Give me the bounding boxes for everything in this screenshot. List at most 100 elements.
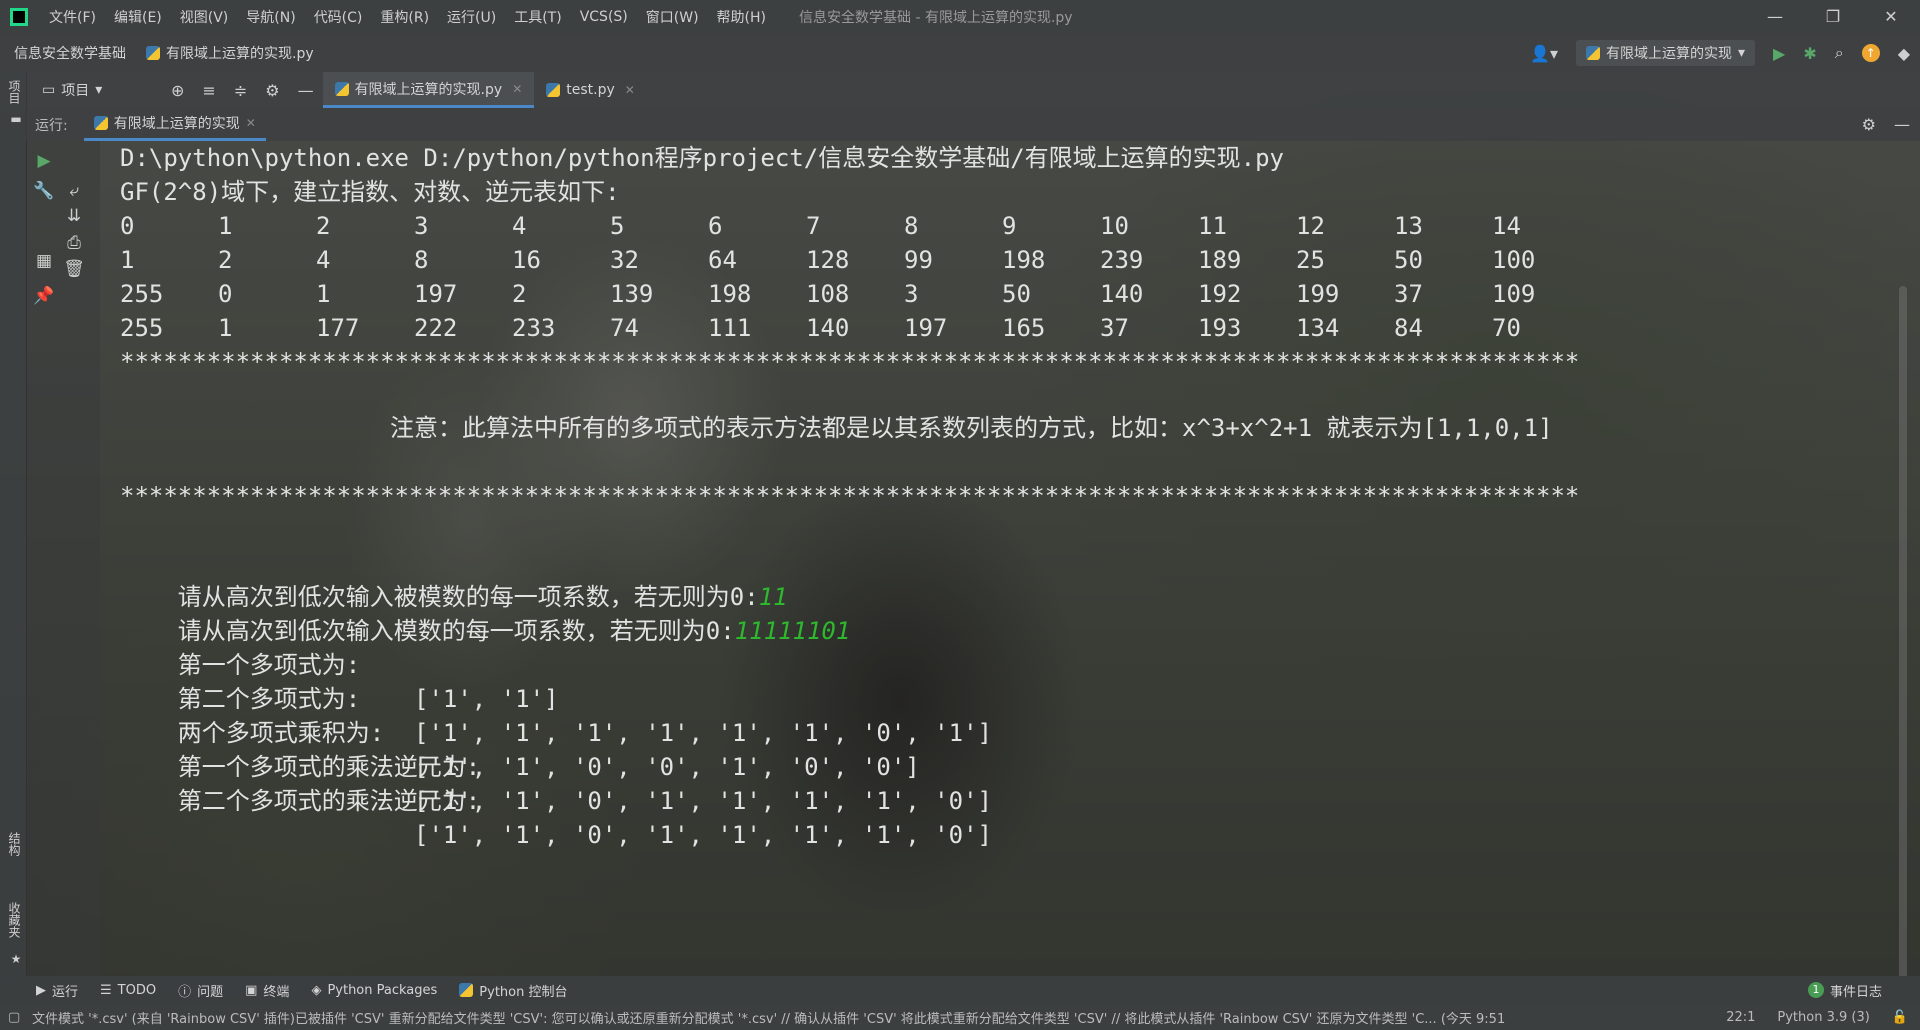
user-icon[interactable]: 👤▾ <box>1530 44 1558 63</box>
rerun-icon[interactable]: ▶ <box>32 151 56 171</box>
print-icon[interactable]: ⎙ <box>62 233 86 253</box>
project-tool-tab[interactable]: 项目 <box>3 80 23 104</box>
table-cell: 165 <box>1002 314 1046 342</box>
menu-help[interactable]: 帮助(H) <box>708 7 775 27</box>
tab-python-console[interactable]: Python 控制台 <box>459 981 568 1000</box>
tab-label: TODO <box>117 982 157 998</box>
tab-finite-field-file[interactable]: 有限域上运算的实现.py ✕ <box>322 72 535 108</box>
table-cell: 25 <box>1296 246 1325 274</box>
console-heading: GF(2^8)域下，建立指数、对数、逆元表如下: <box>120 178 620 206</box>
tool-window-bar: ▶ 运行 ☰ TODO ⓘ 问题 ▣ 终端 ◈ Python Packages … <box>0 976 1920 1004</box>
project-view-label: 项目 <box>61 83 90 99</box>
table-cell: 192 <box>1198 280 1242 308</box>
hide-icon[interactable]: — <box>1894 115 1910 134</box>
console-output[interactable]: D:\python\python.exe D:/python/python程序p… <box>120 141 1910 976</box>
table-cell: 198 <box>708 280 752 308</box>
table-cell: 0 <box>120 212 135 240</box>
folder-icon[interactable]: ▬ <box>3 112 23 126</box>
hide-icon[interactable]: — <box>298 81 314 100</box>
close-tab-icon[interactable]: ✕ <box>246 116 256 130</box>
lock-icon[interactable]: 🔓 <box>1892 1010 1908 1025</box>
tab-label: Python Packages <box>327 982 438 998</box>
soft-wrap-icon[interactable]: ⤶ <box>62 181 86 201</box>
python-file-icon <box>146 46 160 60</box>
table-cell: 37 <box>1100 314 1129 342</box>
menu-edit[interactable]: 编辑(E) <box>105 7 171 27</box>
status-bar: ▢ 文件模式 '*.csv' (来自 'Rainbow CSV' 插件)已被插件… <box>0 1004 1920 1030</box>
run-icon[interactable]: ▶ <box>1773 44 1785 63</box>
menu-bar: 文件(F) 编辑(E) 视图(V) 导航(N) 代码(C) 重构(R) 运行(U… <box>0 0 1920 34</box>
run-tool-header: 运行: 有限域上运算的实现 ✕ ⚙ — <box>26 108 1920 141</box>
menu-run[interactable]: 运行(U) <box>438 7 505 27</box>
table-cell: 10 <box>1100 212 1129 240</box>
breadcrumb-project[interactable]: 信息安全数学基础 <box>0 43 132 63</box>
menu-code[interactable]: 代码(C) <box>305 7 372 27</box>
table-cell: 1 <box>218 314 233 342</box>
run-config-selector[interactable]: 有限域上运算的实现 ▾ <box>1575 40 1755 66</box>
scroll-to-end-icon[interactable]: ⇊ <box>62 206 86 226</box>
table-cell: 0 <box>218 280 233 308</box>
close-tab-icon[interactable]: ✕ <box>512 82 522 96</box>
toolbox-icon[interactable]: ◆ <box>1898 44 1910 63</box>
event-log-button[interactable]: 1 事件日志 <box>1807 981 1882 1000</box>
menu-vcs[interactable]: VCS(S) <box>571 9 637 25</box>
tab-test-file[interactable]: test.py ✕ <box>534 72 647 108</box>
search-icon[interactable]: ⌕ <box>1835 43 1844 63</box>
trash-icon[interactable]: 🗑 <box>62 259 86 279</box>
tab-python-packages[interactable]: ◈ Python Packages <box>311 983 437 998</box>
menu-refactor[interactable]: 重构(R) <box>371 7 438 27</box>
chevron-down-icon: ▾ <box>1737 45 1745 61</box>
list-icon: ☰ <box>100 982 112 998</box>
status-message[interactable]: 文件模式 '*.csv' (来自 'Rainbow CSV' 插件)已被插件 '… <box>32 1008 1692 1027</box>
tab-problems[interactable]: ⓘ 问题 <box>178 981 223 1000</box>
table-cell: 50 <box>1394 246 1423 274</box>
layers-icon: ◈ <box>311 982 322 998</box>
interpreter-selector[interactable]: Python 3.9 (3) <box>1777 1010 1869 1025</box>
debug-icon[interactable]: ✱ <box>1803 44 1816 63</box>
locate-icon[interactable]: ⊕ <box>171 81 184 100</box>
table-cell: 9 <box>1002 212 1017 240</box>
navigation-bar: 信息安全数学基础 有限域上运算的实现.py 👤▾ 有限域上运算的实现 ▾ ▶ ✱… <box>0 34 1920 72</box>
layout-icon[interactable]: ▦ <box>32 251 56 271</box>
project-icon: ▭ <box>42 82 56 98</box>
table-cell: 193 <box>1198 314 1242 342</box>
star-icon[interactable]: ★ <box>3 952 23 966</box>
table-cell: 74 <box>610 314 639 342</box>
gear-icon[interactable]: ⚙ <box>1862 115 1876 134</box>
restore-button[interactable]: ❐ <box>1804 0 1862 34</box>
console-scrollbar[interactable] <box>1899 286 1907 976</box>
table-cell: 199 <box>1296 280 1340 308</box>
gear-icon[interactable]: ⚙ <box>265 81 279 100</box>
tab-run[interactable]: ▶ 运行 <box>36 981 78 1000</box>
run-tab[interactable]: 有限域上运算的实现 ✕ <box>83 108 266 141</box>
table-cell: 108 <box>806 280 850 308</box>
menu-view[interactable]: 视图(V) <box>171 7 238 27</box>
close-button[interactable]: ✕ <box>1862 0 1920 34</box>
close-tab-icon[interactable]: ✕ <box>625 83 635 97</box>
pin-icon[interactable]: 📌 <box>32 286 56 306</box>
table-cell: 255 <box>120 314 164 342</box>
expand-all-icon[interactable]: ≡ <box>202 81 215 100</box>
structure-tool-tab[interactable]: 结构 <box>3 832 23 856</box>
wrench-icon[interactable]: 🔧 <box>32 181 56 201</box>
breadcrumb-file[interactable]: 有限域上运算的实现.py <box>146 43 314 63</box>
favorites-tool-tab[interactable]: 收藏夹 <box>3 902 23 938</box>
tab-label: 终端 <box>263 984 290 1000</box>
modulus-prompt-line: 请从高次到低次输入模数的每一项系数，若无则为0:11111101 <box>120 580 851 645</box>
minimize-button[interactable]: — <box>1746 0 1804 34</box>
menu-file[interactable]: 文件(F) <box>40 7 105 27</box>
table-cell: 128 <box>806 246 850 274</box>
result-label: 第二个多项式的乘法逆元为: <box>177 787 481 815</box>
menu-tools[interactable]: 工具(T) <box>505 7 570 27</box>
menu-navigate[interactable]: 导航(N) <box>237 7 304 27</box>
collapse-all-icon[interactable]: ≑ <box>234 81 247 100</box>
menu-window[interactable]: 窗口(W) <box>637 7 708 27</box>
status-widgets: 22:1 Python 3.9 (3) 🔓 <box>1726 1010 1908 1025</box>
caret-position[interactable]: 22:1 <box>1726 1010 1755 1025</box>
tab-todo[interactable]: ☰ TODO <box>100 983 156 998</box>
window-toggle-icon[interactable]: ▢ <box>8 1010 20 1025</box>
tab-terminal[interactable]: ▣ 终端 <box>245 981 289 1000</box>
console-note: 注意：此算法中所有的多项式的表示方法都是以其系数列表的方式，比如：x^3+x^2… <box>390 414 1553 442</box>
project-view-button[interactable]: ▭ 项目 ▾ <box>42 80 162 100</box>
update-icon[interactable]: ↑ <box>1861 44 1880 62</box>
